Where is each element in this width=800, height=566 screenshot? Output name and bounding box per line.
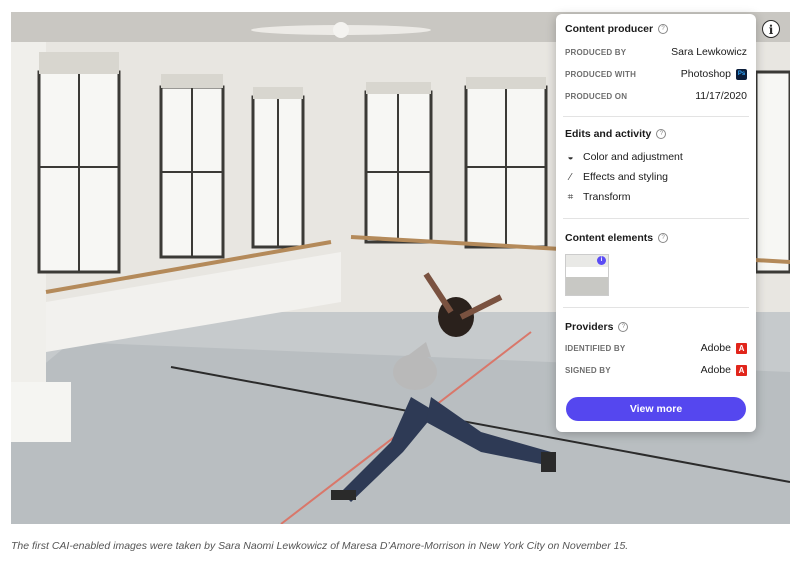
providers-title: Providers ? bbox=[565, 321, 747, 333]
produced-with-value: Photoshop bbox=[680, 68, 731, 80]
produced-with-value-group: Photoshop Ps bbox=[681, 68, 747, 80]
adobe-icon bbox=[736, 342, 747, 354]
produced-with-row: PRODUCED WITH Photoshop Ps bbox=[565, 63, 747, 85]
color-adjust-icon: ◒ bbox=[567, 151, 574, 163]
edits-section: Edits and activity ? ◒ Color and adjustm… bbox=[565, 117, 747, 207]
info-badge-icon: i bbox=[597, 256, 606, 265]
edits-title: Edits and activity ? bbox=[565, 128, 747, 140]
content-producer-section: Content producer ? PRODUCED BY Sara Lewk… bbox=[565, 14, 747, 107]
signed-by-row: SIGNED BY Adobe bbox=[565, 359, 747, 381]
signed-by-value: Adobe bbox=[700, 364, 731, 376]
produced-by-row: PRODUCED BY Sara Lewkowicz bbox=[565, 41, 747, 63]
info-icon[interactable]: i bbox=[762, 20, 780, 38]
produced-on-row: PRODUCED ON 11/17/2020 bbox=[565, 85, 747, 107]
view-more-button[interactable]: View more bbox=[566, 397, 746, 421]
edit-item-label: Color and adjustment bbox=[583, 151, 683, 163]
photoshop-icon: Ps bbox=[736, 68, 747, 80]
content-elements-section: Content elements ? i bbox=[565, 219, 747, 296]
help-icon[interactable]: ? bbox=[618, 322, 629, 332]
edit-item-effects: ⁄ Effects and styling bbox=[565, 167, 747, 187]
providers-section: Providers ? IDENTIFIED BY Adobe SIGNED B… bbox=[565, 308, 747, 381]
help-icon[interactable]: ? bbox=[656, 129, 667, 139]
photo-caption: The first CAI-enabled images were taken … bbox=[11, 540, 629, 552]
help-icon[interactable]: ? bbox=[658, 233, 669, 243]
edit-item-label: Effects and styling bbox=[583, 171, 669, 183]
identified-by-value: Adobe bbox=[700, 342, 731, 354]
produced-by-label: PRODUCED BY bbox=[565, 47, 627, 57]
signed-by-label: SIGNED BY bbox=[565, 365, 611, 375]
effects-wand-icon: ⁄ bbox=[569, 171, 572, 183]
produced-with-label: PRODUCED WITH bbox=[565, 69, 637, 79]
content-producer-title: Content producer ? bbox=[565, 23, 747, 35]
produced-on-value: 11/17/2020 bbox=[695, 90, 747, 102]
identified-by-row: IDENTIFIED BY Adobe bbox=[565, 337, 747, 359]
signed-by-value-group: Adobe bbox=[701, 364, 747, 376]
content-element-thumbnail[interactable]: i bbox=[565, 254, 609, 296]
content-credentials-panel: Content producer ? PRODUCED BY Sara Lewk… bbox=[556, 14, 756, 432]
content-elements-title: Content elements ? bbox=[565, 232, 747, 244]
identified-by-value-group: Adobe bbox=[701, 342, 747, 354]
section-title-text: Content producer bbox=[565, 23, 654, 35]
adobe-icon bbox=[736, 364, 747, 376]
section-title-text: Content elements bbox=[565, 232, 654, 244]
section-title-text: Edits and activity bbox=[565, 128, 652, 140]
edit-item-color: ◒ Color and adjustment bbox=[565, 147, 747, 167]
transform-icon: ⌗ bbox=[567, 191, 574, 203]
help-icon[interactable]: ? bbox=[658, 24, 669, 34]
section-title-text: Providers bbox=[565, 321, 614, 333]
produced-by-value: Sara Lewkowicz bbox=[671, 46, 747, 58]
identified-by-label: IDENTIFIED BY bbox=[565, 343, 626, 353]
edit-item-transform: ⌗ Transform bbox=[565, 187, 747, 207]
produced-on-label: PRODUCED ON bbox=[565, 91, 628, 101]
edit-item-label: Transform bbox=[583, 191, 631, 203]
